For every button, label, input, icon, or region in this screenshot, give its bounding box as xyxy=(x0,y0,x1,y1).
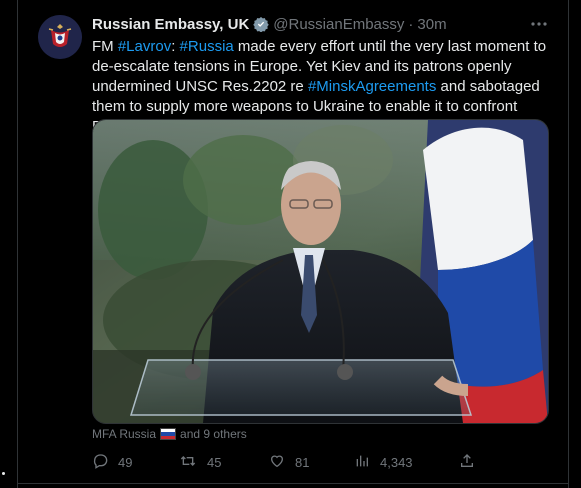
retweet-button[interactable]: 45 xyxy=(179,452,221,472)
russian-flag-icon xyxy=(160,428,177,440)
hashtag-russia-link[interactable]: #Russia xyxy=(180,38,234,55)
hashtag-minskagreements-link[interactable]: #MinskAgreements xyxy=(308,78,436,95)
like-button[interactable]: 81 xyxy=(269,452,309,472)
like-count: 81 xyxy=(295,454,310,470)
reply-button[interactable]: 49 xyxy=(92,452,132,472)
retweet-icon xyxy=(179,453,207,472)
views-button[interactable]: 4,343 xyxy=(354,452,413,472)
tweet-photo[interactable] xyxy=(92,119,549,424)
tweet-time[interactable]: 30m xyxy=(417,16,446,33)
views-icon xyxy=(354,453,380,472)
author-handle[interactable]: @RussianEmbassy xyxy=(273,16,404,33)
verified-icon xyxy=(253,16,270,32)
text-part: FM xyxy=(92,38,118,55)
header-separator: · xyxy=(408,15,414,33)
liked-by[interactable]: MFA Russia and 9 others xyxy=(92,427,247,441)
text-part: : xyxy=(171,38,180,55)
share-icon xyxy=(459,453,485,472)
retweet-count: 45 xyxy=(207,454,222,470)
tweet-header: Russian Embassy, UK @RussianEmbassy · 30… xyxy=(92,14,447,34)
liked-by-account[interactable]: MFA Russia xyxy=(92,427,156,441)
reply-count: 49 xyxy=(118,454,133,470)
liked-by-others[interactable]: and 9 others xyxy=(180,427,247,441)
more-icon[interactable] xyxy=(528,14,550,34)
author-name[interactable]: Russian Embassy, UK xyxy=(92,16,249,33)
views-count: 4,343 xyxy=(380,454,413,470)
share-button[interactable] xyxy=(459,452,485,472)
reply-icon xyxy=(92,453,118,472)
tweet-divider xyxy=(17,483,569,484)
like-icon xyxy=(269,453,295,472)
hashtag-lavrov-link[interactable]: #Lavrov xyxy=(118,38,171,55)
avatar[interactable] xyxy=(38,15,82,59)
side-marker xyxy=(2,472,5,475)
tweet-actions: 49 45 81 4,343 xyxy=(92,452,492,472)
